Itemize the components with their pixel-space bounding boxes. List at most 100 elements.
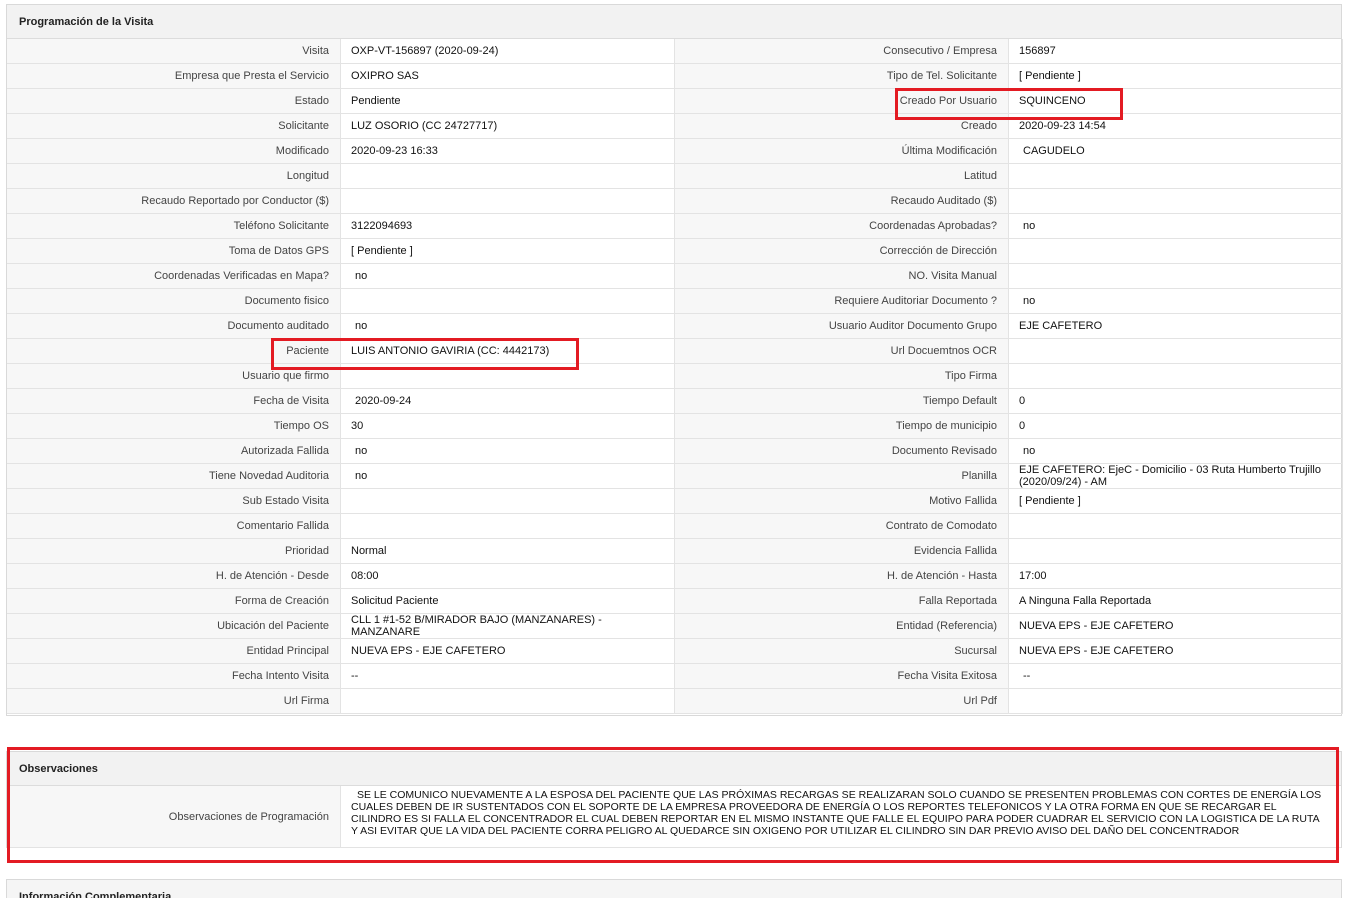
field-label: H. de Atención - Desde bbox=[7, 564, 341, 589]
field-value: no bbox=[341, 464, 675, 489]
field-value: 2020-09-23 16:33 bbox=[341, 139, 675, 164]
field-value: 2020-09-24 bbox=[341, 389, 675, 414]
field-label: Tiempo OS bbox=[7, 414, 341, 439]
field-label: Creado Por Usuario bbox=[675, 89, 1009, 114]
field-value: NUEVA EPS - EJE CAFETERO bbox=[1009, 614, 1343, 639]
field-label: Teléfono Solicitante bbox=[7, 214, 341, 239]
field-value bbox=[341, 514, 675, 539]
field-value bbox=[1009, 364, 1343, 389]
field-label: Entidad (Referencia) bbox=[675, 614, 1009, 639]
field-label: Modificado bbox=[7, 139, 341, 164]
field-label: Paciente bbox=[7, 339, 341, 364]
field-label: Latitud bbox=[675, 164, 1009, 189]
field-label: Tiene Novedad Auditoria bbox=[7, 464, 341, 489]
field-value: [ Pendiente ] bbox=[1009, 64, 1343, 89]
field-label: Corrección de Dirección bbox=[675, 239, 1009, 264]
field-value: -- bbox=[1009, 664, 1343, 689]
field-label: Coordenadas Verificadas en Mapa? bbox=[7, 264, 341, 289]
field-value: OXIPRO SAS bbox=[341, 64, 675, 89]
field-value: Normal bbox=[341, 539, 675, 564]
field-value: CAGUDELO bbox=[1009, 139, 1343, 164]
field-value: 2020-09-23 14:54 bbox=[1009, 114, 1343, 139]
field-value: NUEVA EPS - EJE CAFETERO bbox=[1009, 639, 1343, 664]
field-label: Coordenadas Aprobadas? bbox=[675, 214, 1009, 239]
field-label: Usuario Auditor Documento Grupo bbox=[675, 314, 1009, 339]
field-label: Fecha de Visita bbox=[7, 389, 341, 414]
field-label: Recaudo Reportado por Conductor ($) bbox=[7, 189, 341, 214]
field-label: Motivo Fallida bbox=[675, 489, 1009, 514]
field-value bbox=[341, 689, 675, 714]
field-value bbox=[341, 289, 675, 314]
field-label: Url Firma bbox=[7, 689, 341, 714]
observaciones-title: Observaciones bbox=[7, 752, 1341, 786]
field-value bbox=[1009, 539, 1343, 564]
field-label: Consecutivo / Empresa bbox=[675, 39, 1009, 64]
field-label: Solicitante bbox=[7, 114, 341, 139]
programacion-title: Programación de la Visita bbox=[7, 5, 1341, 39]
field-value bbox=[341, 189, 675, 214]
field-value: Pendiente bbox=[341, 89, 675, 114]
field-label: Documento auditado bbox=[7, 314, 341, 339]
field-label: Comentario Fallida bbox=[7, 514, 341, 539]
field-value: 08:00 bbox=[341, 564, 675, 589]
field-label: Fecha Visita Exitosa bbox=[675, 664, 1009, 689]
field-label: Tipo de Tel. Solicitante bbox=[675, 64, 1009, 89]
field-value: no bbox=[1009, 289, 1343, 314]
field-label: Sucursal bbox=[675, 639, 1009, 664]
field-value: no bbox=[1009, 439, 1343, 464]
field-label: Forma de Creación bbox=[7, 589, 341, 614]
programacion-panel: Programación de la Visita Visita OXP-VT-1… bbox=[6, 4, 1343, 716]
field-value: no bbox=[341, 314, 675, 339]
field-label: Entidad Principal bbox=[7, 639, 341, 664]
field-label: Planilla bbox=[675, 464, 1009, 489]
field-label: Visita bbox=[7, 39, 341, 64]
field-value: no bbox=[1009, 214, 1343, 239]
field-value: 0 bbox=[1009, 389, 1343, 414]
field-value: NUEVA EPS - EJE CAFETERO bbox=[341, 639, 675, 664]
field-value bbox=[341, 364, 675, 389]
field-value: LUIS ANTONIO GAVIRIA (CC: 4442173) bbox=[341, 339, 675, 364]
field-value: A Ninguna Falla Reportada bbox=[1009, 589, 1343, 614]
field-label: Contrato de Comodato bbox=[675, 514, 1009, 539]
field-value bbox=[341, 164, 675, 189]
field-label: Última Modificación bbox=[675, 139, 1009, 164]
field-value bbox=[1009, 689, 1343, 714]
observaciones-text: SE LE COMUNICO NUEVAMENTE A LA ESPOSA DE… bbox=[351, 789, 1322, 837]
field-value: SQUINCENO bbox=[1009, 89, 1343, 114]
field-value: 0 bbox=[1009, 414, 1343, 439]
field-label: Documento Revisado bbox=[675, 439, 1009, 464]
informacion-panel: Información Complementaria bbox=[6, 879, 1342, 898]
field-value: EJE CAFETERO: EjeC - Domicilio - 03 Ruta… bbox=[1009, 464, 1343, 489]
field-value: 17:00 bbox=[1009, 564, 1343, 589]
field-label: Documento fisico bbox=[7, 289, 341, 314]
field-value: 3122094693 bbox=[341, 214, 675, 239]
field-value: [ Pendiente ] bbox=[341, 239, 675, 264]
field-label: Requiere Auditoriar Documento ? bbox=[675, 289, 1009, 314]
field-label: Evidencia Fallida bbox=[675, 539, 1009, 564]
field-value: OXP-VT-156897 (2020-09-24) bbox=[341, 39, 675, 64]
field-label: Recaudo Auditado ($) bbox=[675, 189, 1009, 214]
field-value: 30 bbox=[341, 414, 675, 439]
field-label: Estado bbox=[7, 89, 341, 114]
field-label: Tipo Firma bbox=[675, 364, 1009, 389]
field-label: Fecha Intento Visita bbox=[7, 664, 341, 689]
field-value bbox=[1009, 339, 1343, 364]
field-value bbox=[1009, 514, 1343, 539]
field-value: no bbox=[341, 439, 675, 464]
field-value: EJE CAFETERO bbox=[1009, 314, 1343, 339]
field-value: LUZ OSORIO (CC 24727717) bbox=[341, 114, 675, 139]
field-label: Creado bbox=[675, 114, 1009, 139]
field-value: [ Pendiente ] bbox=[1009, 489, 1343, 514]
field-label: Url Docuemtnos OCR bbox=[675, 339, 1009, 364]
observaciones-panel: Observaciones Observaciones de Programac… bbox=[6, 751, 1342, 848]
observaciones-row: Observaciones de Programación SE LE COMU… bbox=[7, 786, 1341, 848]
field-label: NO. Visita Manual bbox=[675, 264, 1009, 289]
field-label: Tiempo Default bbox=[675, 389, 1009, 414]
field-label: Tiempo de municipio bbox=[675, 414, 1009, 439]
field-label: Falla Reportada bbox=[675, 589, 1009, 614]
field-value bbox=[1009, 239, 1343, 264]
informacion-title: Información Complementaria bbox=[7, 880, 1341, 898]
field-value bbox=[1009, 164, 1343, 189]
field-label: Longitud bbox=[7, 164, 341, 189]
observaciones-label: Observaciones de Programación bbox=[7, 786, 341, 848]
